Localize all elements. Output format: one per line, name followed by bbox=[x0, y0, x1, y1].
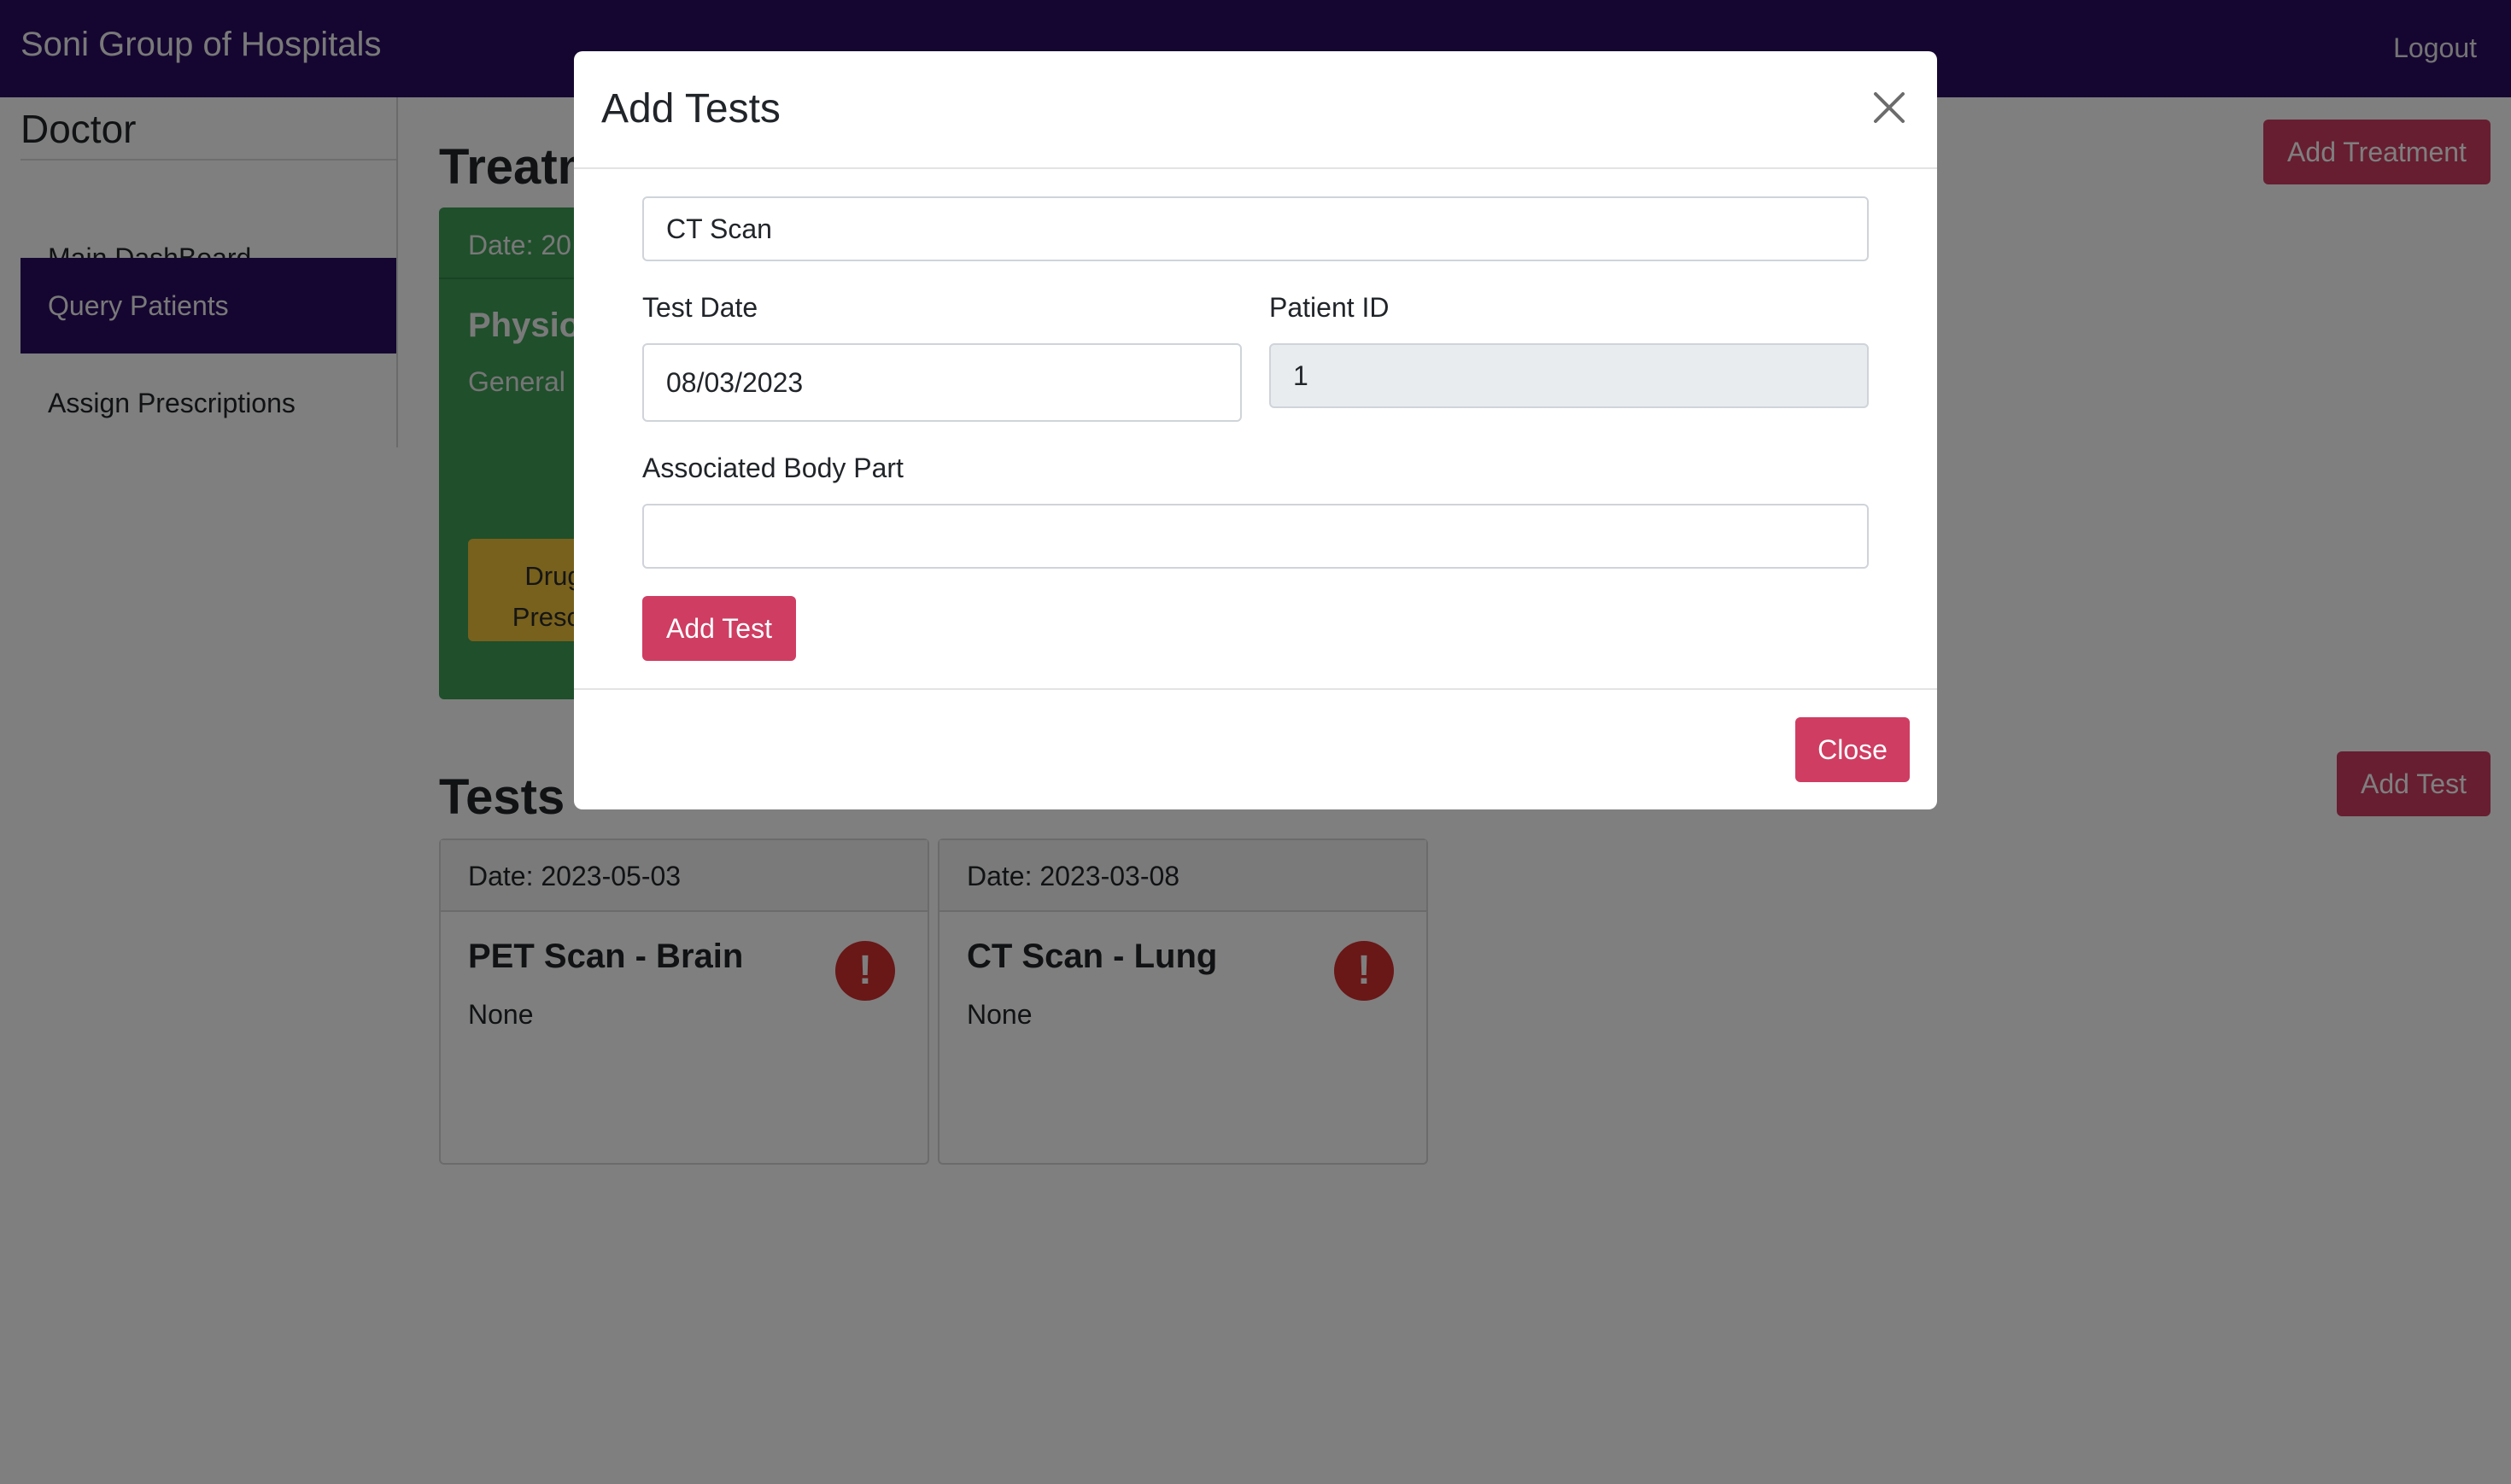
patient-id-input[interactable] bbox=[1269, 343, 1869, 408]
patient-id-label: Patient ID bbox=[1269, 292, 1390, 323]
body-part-input[interactable] bbox=[642, 504, 1869, 569]
body-part-label: Associated Body Part bbox=[642, 453, 904, 483]
close-button[interactable]: Close bbox=[1795, 717, 1910, 782]
add-test-submit-button[interactable]: Add Test bbox=[642, 596, 796, 661]
test-name-input[interactable] bbox=[642, 196, 1869, 261]
test-date-input[interactable] bbox=[642, 343, 1242, 422]
add-tests-modal: Add Tests Test Date Patient ID Associate… bbox=[574, 51, 1937, 809]
modal-title: Add Tests bbox=[601, 86, 781, 131]
close-icon[interactable] bbox=[1867, 85, 1911, 130]
test-date-label: Test Date bbox=[642, 292, 758, 323]
modal-header-divider bbox=[574, 167, 1937, 169]
modal-footer-divider bbox=[574, 688, 1937, 690]
